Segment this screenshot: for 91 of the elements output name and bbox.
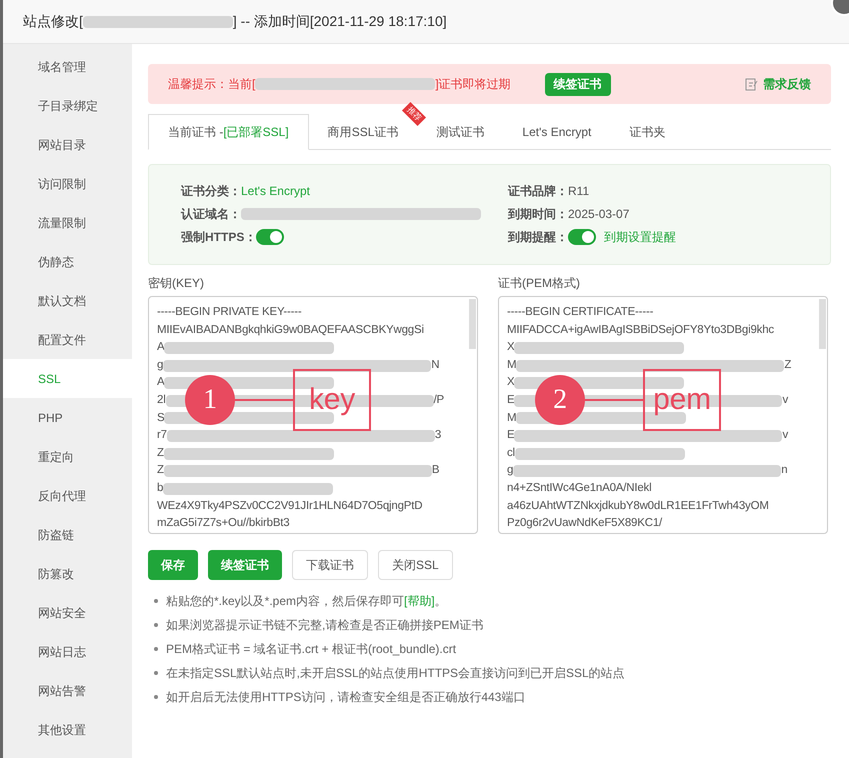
sidebar-item[interactable]: 网站告警 (3, 671, 132, 710)
field-label: 到期时间： (508, 206, 568, 222)
text-line: E (507, 428, 514, 444)
text-line: X (507, 340, 514, 356)
bullet-icon (154, 599, 158, 603)
text-line: g (507, 463, 514, 478)
text-line: E (507, 392, 514, 408)
text-line: N (431, 358, 440, 373)
window-title: ] -- 添加时间[2021-11-29 18:17:10] (232, 12, 447, 31)
sidebar-item[interactable]: 其他设置 (3, 710, 132, 749)
sidebar-item[interactable]: 网站目录 (3, 125, 132, 164)
field-label: 强制HTTPS： (181, 228, 256, 246)
warning-text: 温馨提示：当前[ (168, 76, 256, 93)
bullet-icon (154, 647, 158, 651)
bullet-icon (154, 695, 158, 699)
tab[interactable]: Let's Encrypt (503, 114, 610, 149)
field-label: 密钥(KEY) (148, 275, 206, 292)
sidebar-item[interactable]: 反向代理 (3, 476, 132, 515)
text-line: Z (784, 358, 792, 373)
sidebar-item[interactable]: PHP (3, 398, 132, 437)
text-area[interactable]: -----BEGIN CERTIFICATE----- MIIFADCCA+igAwIBAgISBBiDSejOFY8Yto3DBgi9khc X M Z X E v M E v cl g n n4+ZSntIWc4Ge1nA0A/NIekl a46zUAhtWTZNkxjdkubY8w0dLR1EE1FrTwh43yOM Pz0g6r2vUawNdKeF5X89KC1/ 2 pem (498, 296, 828, 534)
text-line: MIIEvAIBADANBgkqhkiG9w0BAQEFAASCBKYwggSi (157, 322, 424, 338)
note-text: PEM格式证书 = 域名证书.crt + 根证书(root_bundle).crt (166, 641, 456, 658)
scrollbar (469, 299, 476, 349)
annotation-label: key (293, 369, 371, 431)
sidebar-item[interactable]: 流量限制 (3, 203, 132, 242)
field-label: 证书分类： (181, 182, 241, 200)
note-text: 粘贴您的*.key以及*.pem内容，然后保存即可[帮助]。 (166, 593, 447, 610)
text-line: X (507, 375, 514, 390)
note-text: 如开启后无法使用HTTPS访问，请检查安全组是否正确放行443端口 (166, 689, 526, 706)
field-label: 证书(PEM格式) (498, 275, 581, 292)
sidebar-item[interactable]: 防篡改 (3, 554, 132, 593)
field-label: 认证域名： (181, 206, 241, 222)
bullet-icon (154, 671, 158, 675)
toggle-switch[interactable] (568, 228, 596, 244)
text-line: n4+ZSntIWc4Ge1nA0A/NIekl (507, 480, 652, 496)
scrollbar (819, 299, 826, 349)
text-line: 2l (157, 392, 166, 408)
text-line: M (507, 410, 516, 426)
text-area[interactable]: -----BEGIN PRIVATE KEY----- MIIEvAIBADANBgkqhkiG9w0BAQEFAASCBKYwggSi A g N A 2l /P S r7 3 Z Z B b WEz4X9Tky4PSZv0CC2V91JIr1HLN64D7O5qjngPtD mZaG5i7Z7s+Ou//bkirbBt3 1 key (148, 296, 478, 534)
text-line: r7 (157, 428, 167, 444)
text-line: g (157, 358, 164, 373)
field-value: 2025-03-07 (568, 206, 630, 222)
edit-note-icon (745, 78, 758, 90)
note-text: 如果浏览器提示证书链不完整,请检查是否正确拼接PEM证书 (166, 617, 484, 634)
status-label: [已部署SSL] (223, 124, 289, 141)
sidebar-item[interactable]: 默认文档 (3, 281, 132, 320)
text-line: mZaG5i7Z7s+Ou//bkirbBt3 (157, 516, 290, 532)
text-line: WEz4X9Tky4PSZv0CC2V91JIr1HLN64D7O5qjngPtD (157, 498, 422, 514)
text-line: Pz0g6r2vUawNdKeF5X89KC1/ (507, 516, 662, 532)
field-label: 到期提醒： (508, 228, 568, 246)
action-button[interactable]: 关闭SSL (378, 550, 453, 580)
field-label: 证书品牌： (508, 182, 568, 200)
tab[interactable]: 当前证书 -[已部署SSL] (148, 114, 309, 150)
warning-text: ]证书即将过期 (435, 76, 511, 93)
text-line: v (782, 428, 788, 444)
bullet-icon (154, 623, 158, 627)
sidebar-item[interactable]: 伪静态 (3, 242, 132, 281)
text-line: n (781, 463, 788, 478)
sidebar-item[interactable]: 网站安全 (3, 593, 132, 632)
text-line: A (157, 340, 164, 356)
text-line: a46zUAhtWTZNkxjdkubY8w0dLR1EE1FrTwh43yOM (507, 498, 769, 514)
toggle-switch[interactable] (256, 228, 284, 244)
sidebar-item[interactable]: 访问限制 (3, 164, 132, 203)
text-line: A (157, 375, 164, 390)
sidebar-item[interactable]: 配置文件 (3, 320, 132, 359)
window-title: 站点修改[ (23, 12, 83, 31)
field-value: R11 (568, 182, 590, 200)
text-line: b (157, 480, 164, 496)
sidebar-item[interactable]: 子目录绑定 (3, 86, 132, 125)
field-value: Let's Encrypt (241, 182, 310, 200)
text-line: MIIFADCCA+igAwIBAgISBBiDSejOFY8Yto3DBgi9khc (507, 322, 774, 338)
text-line: /P (434, 392, 444, 408)
annotation-label: pem (643, 369, 721, 431)
text-line: -----BEGIN PRIVATE KEY----- (157, 305, 302, 320)
text-line: M (507, 358, 516, 373)
text-line: 3 (434, 428, 442, 444)
action-button[interactable]: 下载证书 (292, 550, 368, 580)
sidebar-item[interactable]: 域名管理 (3, 47, 132, 86)
text-line: -----BEGIN CERTIFICATE----- (507, 305, 654, 320)
tab[interactable]: 证书夹 (610, 114, 684, 149)
text-line: cl (507, 446, 515, 461)
note-text: 在未指定SSL默认站点时,未开启SSL的站点使用HTTPS会直接访问到已开启SSL的站点 (166, 665, 625, 682)
text-line: Z (157, 446, 164, 461)
text-line: B (432, 463, 440, 478)
text-line: S (157, 410, 164, 426)
sidebar-item[interactable]: 重定向 (3, 437, 132, 476)
text-line: v (782, 392, 788, 408)
sidebar-item[interactable]: 防盗链 (3, 515, 132, 554)
sidebar-item[interactable]: 网站日志 (3, 632, 132, 671)
text-line: Z (157, 463, 164, 478)
